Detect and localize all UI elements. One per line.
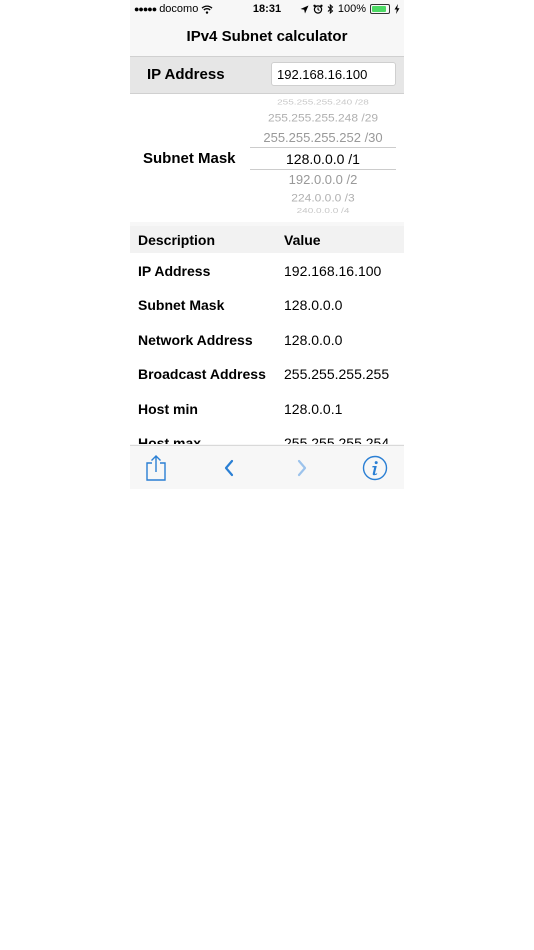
row-value: 255.255.255.254 xyxy=(284,435,390,444)
battery-icon xyxy=(370,4,390,14)
picker-option[interactable]: 224.0.0.0 /3 xyxy=(250,192,396,205)
location-arrow-icon xyxy=(300,5,309,13)
row-value: 192.168.16.100 xyxy=(284,263,382,279)
table-row: IP Address 192.168.16.100 xyxy=(130,255,404,289)
battery-level-fill xyxy=(372,6,386,12)
info-button[interactable] xyxy=(360,453,390,483)
ip-address-row: IP Address xyxy=(130,56,404,94)
table-header: Description Value xyxy=(130,226,404,253)
back-button[interactable] xyxy=(214,453,244,483)
subnet-mask-picker[interactable]: 255.255.255.240 /28 255.255.255.248 /29 … xyxy=(250,94,396,222)
row-description: Broadcast Address xyxy=(138,366,266,382)
bluetooth-icon xyxy=(327,4,334,14)
header-description: Description xyxy=(138,232,216,248)
row-description: Subnet Mask xyxy=(138,297,225,313)
picker-selection-line-bottom xyxy=(250,169,396,170)
row-value: 128.0.0.1 xyxy=(284,401,343,417)
table-row: Subnet Mask 128.0.0.0 xyxy=(130,289,404,323)
share-button[interactable] xyxy=(141,453,171,483)
alarm-clock-icon xyxy=(313,4,323,14)
ip-address-label: IP Address xyxy=(147,66,225,83)
share-icon xyxy=(146,455,166,481)
info-icon xyxy=(362,455,388,481)
charging-bolt-icon xyxy=(394,4,400,14)
subnet-mask-label: Subnet Mask xyxy=(143,150,236,167)
status-right: 100% xyxy=(300,3,400,15)
forward-button[interactable] xyxy=(287,453,317,483)
battery-percent: 100% xyxy=(337,3,366,15)
row-description: Host max xyxy=(138,435,202,444)
app-screen: ●●●●● docomo 18:31 100% IPv4 Subnet calc… xyxy=(130,0,404,489)
subnet-mask-section: Subnet Mask 255.255.255.240 /28 255.255.… xyxy=(130,94,404,222)
status-bar: ●●●●● docomo 18:31 100% xyxy=(130,0,404,18)
row-value: 128.0.0.0 xyxy=(284,332,343,348)
table-row: Host min 128.0.0.1 xyxy=(130,393,404,427)
table-row: Broadcast Address 255.255.255.255 xyxy=(130,358,404,392)
row-description: IP Address xyxy=(138,263,211,279)
picker-option[interactable]: 240.0.0.0 /4 xyxy=(250,208,396,216)
picker-option[interactable]: 255.255.255.252 /30 xyxy=(250,130,396,145)
chevron-right-icon xyxy=(297,459,307,477)
results-table[interactable]: Description Value IP Address 192.168.16.… xyxy=(130,226,404,444)
picker-option[interactable]: 192.0.0.0 /2 xyxy=(250,172,396,187)
row-value: 255.255.255.255 xyxy=(284,366,390,382)
page-title: IPv4 Subnet calculator xyxy=(186,28,348,45)
picker-option[interactable]: 255.255.255.248 /29 xyxy=(250,112,396,125)
chevron-left-icon xyxy=(224,459,234,477)
ip-address-input[interactable] xyxy=(271,62,396,86)
bottom-toolbar xyxy=(130,445,404,489)
row-description: Network Address xyxy=(138,332,253,348)
picker-selection-line-top xyxy=(250,147,396,148)
header-value: Value xyxy=(284,232,321,248)
row-description: Host min xyxy=(138,401,198,417)
row-value: 128.0.0.0 xyxy=(284,297,343,313)
picker-option[interactable]: 255.255.255.240 /28 xyxy=(250,99,396,107)
table-row: Host max 255.255.255.254 xyxy=(130,427,404,444)
picker-selected-option[interactable]: 128.0.0.0 /1 xyxy=(250,151,396,167)
table-row: Network Address 128.0.0.0 xyxy=(130,324,404,358)
